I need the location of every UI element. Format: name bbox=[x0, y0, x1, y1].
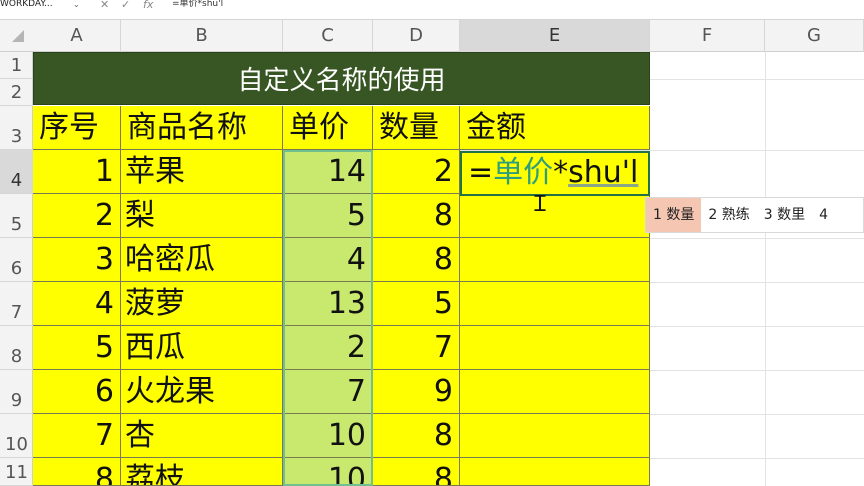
cell-name[interactable]: 苹果 bbox=[121, 150, 283, 194]
cell-amount[interactable] bbox=[460, 282, 650, 326]
ime-candidate-3[interactable]: 3 数里 bbox=[757, 198, 812, 232]
cell-index[interactable]: 6 bbox=[33, 370, 121, 414]
column-header-g[interactable]: G bbox=[765, 20, 864, 52]
header-cell-price[interactable]: 单价 bbox=[283, 106, 373, 150]
cell-index[interactable]: 7 bbox=[33, 414, 121, 458]
row-header-1[interactable]: 1 bbox=[0, 52, 33, 79]
gridline bbox=[765, 52, 766, 486]
cell-amount[interactable] bbox=[460, 370, 650, 414]
formula-prefix: = bbox=[468, 155, 494, 190]
row-header-11[interactable]: 11 bbox=[0, 458, 33, 486]
formula-operator: * bbox=[553, 155, 569, 190]
row-header-9[interactable]: 9 bbox=[0, 370, 33, 414]
named-range-ref: 单价 bbox=[493, 155, 554, 190]
header-cell-name[interactable]: 商品名称 bbox=[121, 106, 283, 150]
row-header-6[interactable]: 6 bbox=[0, 238, 33, 282]
ime-candidate-4[interactable]: 4 bbox=[812, 198, 835, 232]
row-header-7[interactable]: 7 bbox=[0, 282, 33, 326]
cell-index[interactable]: 5 bbox=[33, 326, 121, 370]
cell-name[interactable]: 火龙果 bbox=[121, 370, 283, 414]
cell-index[interactable]: 8 bbox=[33, 458, 121, 486]
cell-amount[interactable] bbox=[460, 194, 650, 238]
cell-index[interactable]: 2 bbox=[33, 194, 121, 238]
cell-index[interactable]: 1 bbox=[33, 150, 121, 194]
cell-name[interactable]: 菠萝 bbox=[121, 282, 283, 326]
name-box[interactable]: WORKDAY... bbox=[0, 0, 80, 14]
column-header-f[interactable]: F bbox=[650, 20, 765, 52]
cell-name[interactable]: 梨 bbox=[121, 194, 283, 238]
ime-candidate-bar[interactable]: 1 数量 2 熟练 3 数里 4 bbox=[645, 197, 864, 233]
cell-amount[interactable] bbox=[460, 458, 650, 486]
cell-qty[interactable]: 8 bbox=[373, 414, 460, 458]
ime-candidate-2[interactable]: 2 熟练 bbox=[701, 198, 756, 232]
column-header-c[interactable]: C bbox=[283, 20, 373, 52]
formula-bar: WORKDAY... ⌄ ✕ ✓ fx =单价*shu'l bbox=[0, 0, 864, 20]
row-header-8[interactable]: 8 bbox=[0, 326, 33, 370]
fx-icon[interactable]: fx bbox=[143, 0, 153, 10]
cell-name[interactable]: 西瓜 bbox=[121, 326, 283, 370]
column-header-e[interactable]: E bbox=[460, 20, 650, 52]
formula-input[interactable]: =单价*shu'l bbox=[172, 0, 223, 9]
row-header-2[interactable]: 2 bbox=[0, 79, 33, 106]
cell-qty[interactable]: 2 bbox=[373, 150, 460, 194]
row-header-10[interactable]: 10 bbox=[0, 414, 33, 458]
column-header-a[interactable]: A bbox=[33, 20, 121, 52]
header-cell-amount[interactable]: 金额 bbox=[460, 106, 650, 150]
row-header-3[interactable]: 3 bbox=[0, 106, 33, 150]
select-all-corner[interactable] bbox=[12, 30, 24, 42]
column-header-b[interactable]: B bbox=[121, 20, 283, 52]
confirm-icon[interactable]: ✓ bbox=[121, 0, 130, 10]
cell-qty[interactable]: 5 bbox=[373, 282, 460, 326]
cell-qty[interactable]: 9 bbox=[373, 370, 460, 414]
cell-qty[interactable]: 7 bbox=[373, 326, 460, 370]
header-cell-index[interactable]: 序号 bbox=[33, 106, 121, 150]
text-cursor-icon: Ｉ bbox=[529, 192, 552, 217]
cell-index[interactable]: 4 bbox=[33, 282, 121, 326]
row-header-5[interactable]: 5 bbox=[0, 194, 33, 238]
ime-candidate-1[interactable]: 1 数量 bbox=[646, 198, 702, 232]
cell-amount[interactable] bbox=[460, 414, 650, 458]
sheet-title[interactable]: 自定义名称的使用 bbox=[33, 52, 650, 105]
cell-amount[interactable] bbox=[460, 238, 650, 282]
cell-name[interactable]: 杏 bbox=[121, 414, 283, 458]
cancel-icon[interactable]: ✕ bbox=[100, 0, 109, 10]
cell-qty[interactable]: 8 bbox=[373, 238, 460, 282]
chevron-down-icon[interactable]: ⌄ bbox=[73, 0, 80, 9]
cell-index[interactable]: 3 bbox=[33, 238, 121, 282]
cell-amount[interactable] bbox=[460, 326, 650, 370]
row-header-4[interactable]: 4 bbox=[0, 150, 33, 194]
cell-editor[interactable]: =单价*shu'l bbox=[468, 151, 638, 195]
formula-typed-text: shu'l bbox=[568, 155, 639, 190]
header-cell-qty[interactable]: 数量 bbox=[373, 106, 460, 150]
referenced-range-outline bbox=[283, 150, 373, 486]
column-header-d[interactable]: D bbox=[373, 20, 460, 52]
cell-qty[interactable]: 8 bbox=[373, 194, 460, 238]
cell-qty[interactable]: 8 bbox=[373, 458, 460, 486]
cell-name[interactable]: 哈密瓜 bbox=[121, 238, 283, 282]
cell-name[interactable]: 荔枝 bbox=[121, 458, 283, 486]
